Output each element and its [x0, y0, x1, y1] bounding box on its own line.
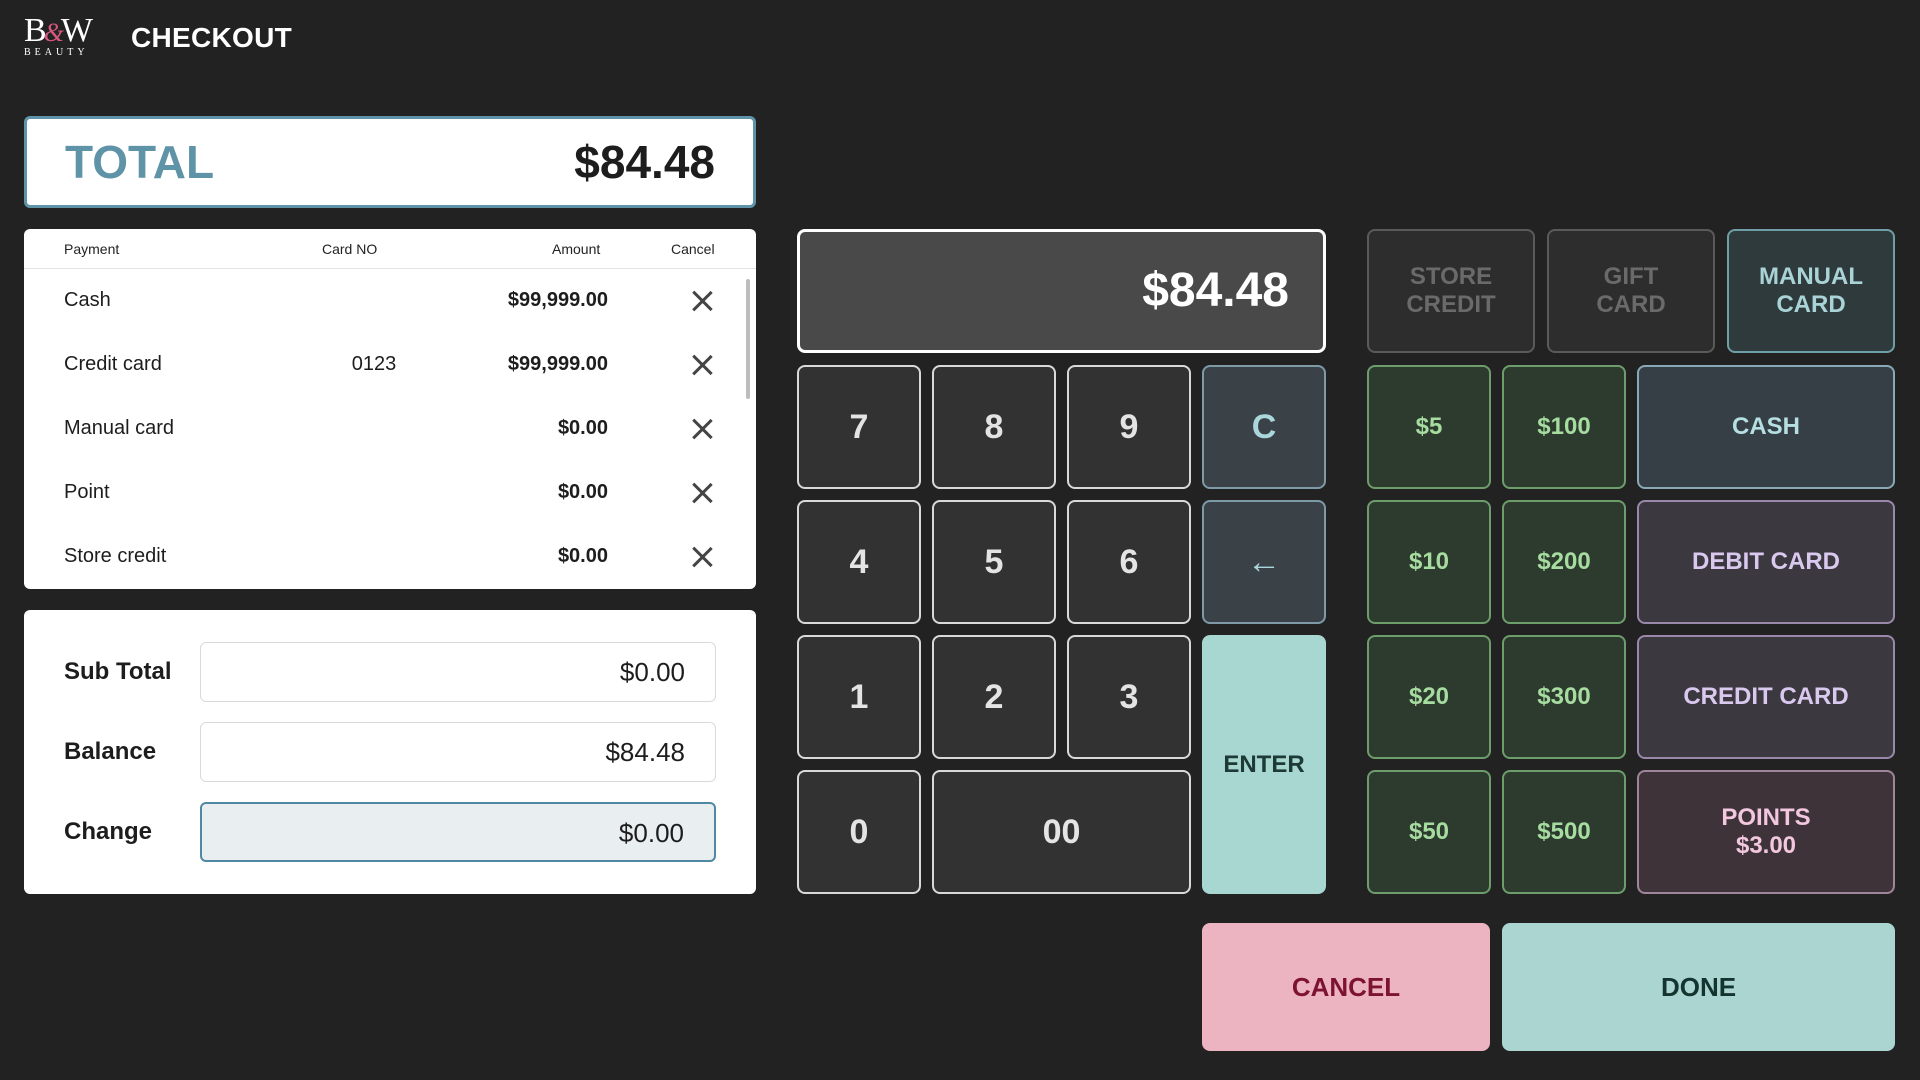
total-panel: TOTAL $84.48: [24, 116, 756, 208]
payment-name: Cash: [64, 289, 111, 311]
cash-100-button[interactable]: $100: [1502, 365, 1626, 489]
column-header-payment: Payment: [64, 241, 120, 257]
payment-amount: $0.00: [557, 417, 608, 439]
logo-subtitle: BEAUTY: [24, 47, 89, 58]
subtotal-field[interactable]: $0.00: [200, 642, 716, 702]
remove-payment-icon[interactable]: [688, 543, 716, 571]
column-header-amount: Amount: [552, 241, 601, 257]
points-value: $3.00: [1735, 832, 1797, 859]
cash-50-button[interactable]: $50: [1367, 770, 1491, 894]
change-label: Change: [64, 818, 153, 845]
change-row: Change $0.00: [64, 802, 716, 862]
column-header-cancel: Cancel: [671, 241, 715, 257]
total-label: TOTAL: [65, 136, 215, 188]
points-button[interactable]: POINTS $3.00: [1637, 770, 1895, 894]
total-value: $84.48: [574, 136, 715, 188]
key-00[interactable]: 00: [932, 770, 1191, 894]
remove-payment-icon[interactable]: [688, 415, 716, 443]
card-number: 0123: [351, 353, 397, 375]
remove-payment-icon[interactable]: [688, 479, 716, 507]
cash-5-button[interactable]: $5: [1367, 365, 1491, 489]
payments-table: Payment Card NO Amount Cancel Cash $99,9…: [24, 229, 756, 589]
balance-field[interactable]: $84.48: [200, 722, 716, 782]
balance-label: Balance: [64, 738, 157, 765]
store-credit-button[interactable]: STORE CREDIT: [1367, 229, 1535, 353]
cash-200-button[interactable]: $200: [1502, 500, 1626, 624]
column-header-card-no: Card NO: [322, 241, 378, 257]
table-row: Credit card 0123 $99,999.00: [24, 333, 756, 397]
key-5[interactable]: 5: [932, 500, 1056, 624]
enter-button[interactable]: ENTER: [1202, 635, 1326, 894]
done-button[interactable]: DONE: [1502, 923, 1895, 1051]
manual-card-label-1: MANUAL: [1759, 263, 1863, 290]
credit-card-button[interactable]: CREDIT CARD: [1637, 635, 1895, 759]
key-0[interactable]: 0: [797, 770, 921, 894]
backspace-icon[interactable]: ←: [1202, 500, 1326, 624]
brand-logo: B&W BEAUTY: [24, 12, 96, 59]
key-4[interactable]: 4: [797, 500, 921, 624]
logo-mark: B&W: [24, 12, 93, 49]
table-row: Point $0.00: [24, 461, 756, 525]
key-3[interactable]: 3: [1067, 635, 1191, 759]
subtotal-label: Sub Total: [64, 658, 172, 685]
gift-card-label-1: GIFT: [1603, 263, 1659, 290]
gift-card-button[interactable]: GIFT CARD: [1547, 229, 1715, 353]
manual-card-button[interactable]: MANUAL CARD: [1727, 229, 1895, 353]
manual-card-label-2: CARD: [1776, 291, 1846, 318]
payment-amount: $0.00: [557, 481, 608, 503]
points-label: POINTS: [1721, 804, 1811, 831]
table-row: Manual card $0.00: [24, 397, 756, 461]
page-title: CHECKOUT: [131, 22, 293, 53]
payment-name: Point: [64, 481, 110, 503]
cancel-button[interactable]: CANCEL: [1202, 923, 1490, 1051]
table-header: Payment Card NO Amount Cancel: [24, 229, 756, 269]
table-scrollbar[interactable]: [746, 279, 750, 399]
store-credit-label-1: STORE: [1409, 263, 1493, 290]
key-2[interactable]: 2: [932, 635, 1056, 759]
gift-card-label-2: CARD: [1596, 291, 1666, 318]
store-credit-label-2: CREDIT: [1406, 291, 1496, 318]
cash-button[interactable]: CASH: [1637, 365, 1895, 489]
debit-card-button[interactable]: DEBIT CARD: [1637, 500, 1895, 624]
subtotal-row: Sub Total $0.00: [64, 642, 716, 702]
payment-amount: $99,999.00: [507, 353, 608, 375]
summary-panel: Sub Total $0.00 Balance $84.48 Change $0…: [24, 610, 756, 894]
cash-10-button[interactable]: $10: [1367, 500, 1491, 624]
payment-amount: $99,999.00: [507, 289, 608, 311]
table-row: Cash $99,999.00: [24, 269, 756, 333]
key-7[interactable]: 7: [797, 365, 921, 489]
payment-name: Credit card: [64, 353, 162, 375]
cash-20-button[interactable]: $20: [1367, 635, 1491, 759]
cash-500-button[interactable]: $500: [1502, 770, 1626, 894]
key-1[interactable]: 1: [797, 635, 921, 759]
key-6[interactable]: 6: [1067, 500, 1191, 624]
amount-display[interactable]: $84.48: [797, 229, 1326, 353]
payment-name: Store credit: [64, 545, 167, 567]
cash-300-button[interactable]: $300: [1502, 635, 1626, 759]
remove-payment-icon[interactable]: [688, 351, 716, 379]
table-row: Store credit $0.00: [24, 525, 756, 589]
remove-payment-icon[interactable]: [688, 287, 716, 315]
clear-button[interactable]: C: [1202, 365, 1326, 489]
key-8[interactable]: 8: [932, 365, 1056, 489]
payment-amount: $0.00: [557, 545, 608, 567]
balance-row: Balance $84.48: [64, 722, 716, 782]
payment-name: Manual card: [64, 417, 175, 439]
key-9[interactable]: 9: [1067, 365, 1191, 489]
change-field[interactable]: $0.00: [200, 802, 716, 862]
